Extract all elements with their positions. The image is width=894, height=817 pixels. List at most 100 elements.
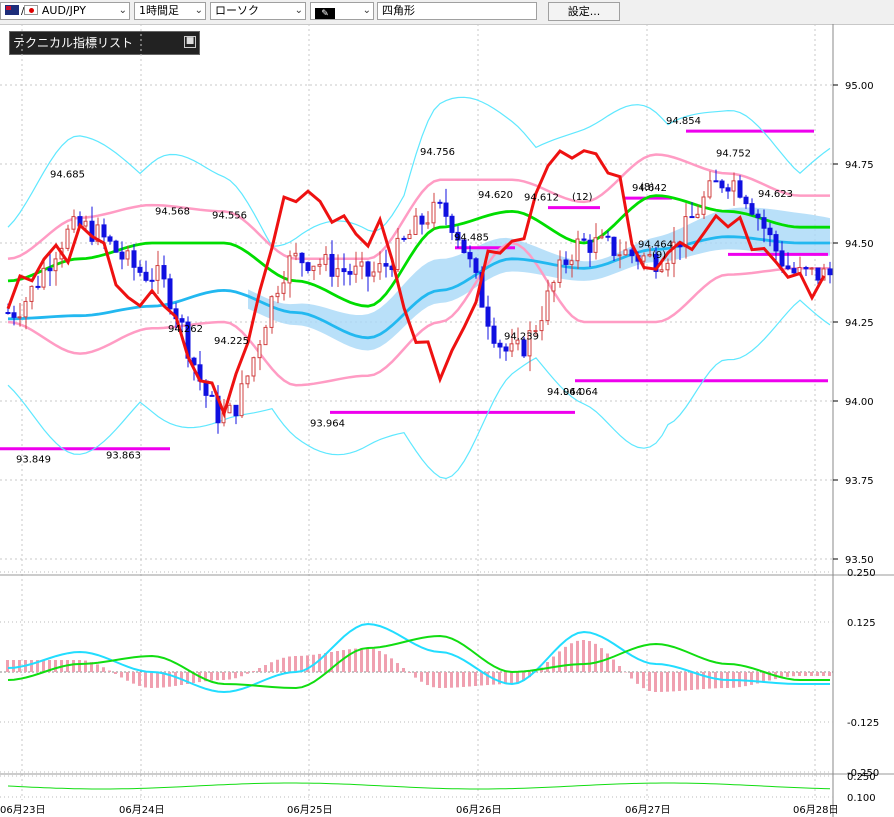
candle-body bbox=[233, 404, 239, 417]
macd-histogram-bar bbox=[588, 641, 591, 672]
candle-body bbox=[425, 222, 430, 225]
macd-histogram-bar bbox=[72, 660, 75, 672]
price-label: 94.685 bbox=[50, 170, 85, 181]
candle-body bbox=[689, 216, 695, 219]
candle-body bbox=[599, 235, 604, 239]
candle-body bbox=[377, 263, 382, 273]
candle-body bbox=[5, 312, 11, 315]
candle-body bbox=[263, 326, 268, 346]
candle-body bbox=[713, 180, 719, 183]
macd-histogram-bar bbox=[612, 659, 615, 672]
macd-histogram-bar bbox=[804, 672, 807, 676]
price-axis-label: 93.50 bbox=[845, 555, 874, 566]
candle-body bbox=[119, 251, 125, 260]
candle-body bbox=[71, 216, 76, 230]
candle-body bbox=[773, 234, 779, 252]
grid bbox=[0, 24, 894, 817]
candle-body bbox=[569, 260, 574, 265]
candle-body bbox=[41, 267, 46, 288]
candle-body bbox=[125, 250, 130, 260]
macd-histogram-bar bbox=[450, 672, 453, 688]
time-axis-label: 06月23日 bbox=[0, 804, 45, 816]
price-chart[interactable]: 94.685 94.568 94.556 94.756 94.620 94.612 94.6… bbox=[0, 0, 894, 817]
price-axis-label: 93.75 bbox=[845, 476, 874, 487]
macd-histogram-bar bbox=[390, 658, 393, 672]
macd-histogram-bar bbox=[138, 672, 141, 686]
candle-body bbox=[335, 268, 340, 277]
candle-body bbox=[53, 258, 58, 272]
candle-body bbox=[47, 267, 53, 272]
candle-body bbox=[575, 238, 580, 262]
macd-histogram-bar bbox=[474, 672, 477, 686]
candle-body bbox=[359, 261, 364, 267]
price-axis-label: 94.00 bbox=[845, 397, 874, 408]
macd-histogram-bar bbox=[432, 672, 435, 688]
price-label: 94.854 bbox=[666, 116, 701, 127]
macd-histogram-bar bbox=[618, 666, 621, 672]
price-label: 93.863 bbox=[106, 450, 141, 461]
price-label: 94.064 bbox=[547, 387, 582, 398]
candle-body bbox=[803, 267, 809, 270]
candle-body bbox=[317, 263, 322, 267]
macd-histogram-bar bbox=[816, 672, 819, 676]
macd-panel: 0.2500.125-0.125-0.250 bbox=[0, 568, 879, 779]
macd-histogram-bar bbox=[108, 670, 111, 672]
macd-histogram-bar bbox=[120, 672, 123, 678]
candle-body bbox=[287, 255, 292, 284]
macd-histogram-bar bbox=[810, 672, 813, 676]
candle-body bbox=[449, 215, 455, 233]
price-label: 94.485 bbox=[454, 233, 489, 244]
candle-body bbox=[761, 217, 767, 229]
macd-histogram-bar bbox=[78, 660, 81, 672]
macd-histogram-bar bbox=[210, 672, 213, 681]
macd-histogram-bar bbox=[264, 665, 267, 672]
candle-body bbox=[281, 282, 286, 294]
macd-histogram-bar bbox=[300, 655, 303, 672]
candle-body bbox=[143, 271, 149, 281]
candle-body bbox=[347, 271, 353, 275]
candle-body bbox=[329, 253, 335, 277]
macd-histogram-bar bbox=[102, 667, 105, 672]
macd-histogram-bar bbox=[132, 672, 135, 684]
time-axis-label: 06月26日 bbox=[456, 804, 501, 816]
macd-axis-label: 0.250 bbox=[847, 568, 876, 579]
candle-body bbox=[731, 180, 736, 192]
macd-histogram-bar bbox=[444, 672, 447, 688]
candle-body bbox=[659, 269, 664, 272]
macd-histogram-bar bbox=[594, 643, 597, 672]
macd-signal-line bbox=[7, 634, 830, 690]
candle-body bbox=[755, 213, 761, 219]
candle-body bbox=[791, 268, 797, 274]
macd-histogram-bar bbox=[762, 672, 765, 682]
count-label: (12) bbox=[572, 192, 593, 203]
candle-body bbox=[155, 265, 160, 281]
macd-histogram-bar bbox=[426, 672, 429, 686]
candle-body bbox=[29, 285, 34, 302]
candle-body bbox=[299, 252, 305, 264]
candle-body bbox=[311, 265, 316, 272]
macd-histogram-bar bbox=[786, 672, 789, 677]
macd-histogram-bar bbox=[252, 670, 255, 672]
macd-histogram-bar bbox=[366, 648, 369, 672]
price-label: 94.568 bbox=[155, 207, 190, 218]
time-axis-label: 06月28日 bbox=[793, 804, 838, 816]
macd-histogram-bar bbox=[372, 648, 375, 672]
macd-histogram-bar bbox=[384, 654, 387, 672]
candle-body bbox=[365, 261, 371, 277]
macd-histogram-bar bbox=[468, 672, 471, 687]
candle-body bbox=[137, 266, 143, 273]
candle-body bbox=[419, 215, 425, 225]
candle-body bbox=[257, 344, 262, 359]
candle-body bbox=[701, 196, 706, 215]
candle-body bbox=[275, 292, 280, 298]
macd-histogram-bar bbox=[420, 672, 423, 682]
macd-histogram-bar bbox=[360, 648, 363, 672]
candle-body bbox=[485, 306, 491, 327]
candle-body bbox=[551, 281, 556, 292]
macd-histogram-bar bbox=[606, 653, 609, 672]
candle-body bbox=[437, 201, 443, 204]
price-label: 94.612 bbox=[524, 193, 559, 204]
macd-histogram-bar bbox=[12, 660, 15, 672]
candle-body bbox=[827, 268, 833, 276]
candle-body bbox=[11, 312, 17, 318]
